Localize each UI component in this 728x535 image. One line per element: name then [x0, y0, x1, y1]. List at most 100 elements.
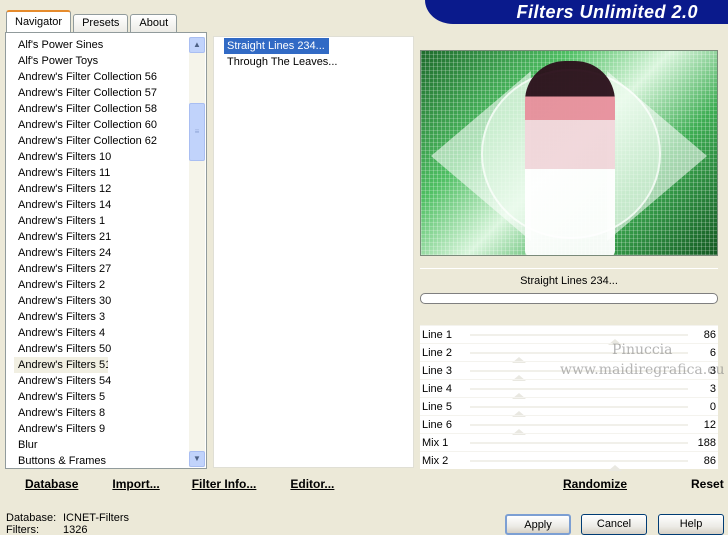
filter-category-item[interactable]: Andrew's Filter Collection 58: [14, 101, 192, 117]
slider-label: Line 2: [422, 347, 452, 359]
status-filters-value: 1326: [63, 524, 88, 535]
slider-label: Line 3: [422, 365, 452, 377]
filter-category-list[interactable]: Alf's Power Sines Alf's Power Toys Andrew'…: [5, 32, 207, 469]
slider-track[interactable]: [470, 460, 688, 462]
filter-category-item[interactable]: Andrew's Filters 24: [14, 245, 192, 261]
status-database-label: Database:: [6, 512, 57, 524]
filter-category-item[interactable]: Andrew's Filters 4: [14, 325, 192, 341]
filter-category-item[interactable]: Andrew's Filters 9: [14, 421, 192, 437]
slider-value: 12: [703, 419, 716, 431]
divider: [420, 268, 718, 269]
scroll-up-icon[interactable]: ▲: [189, 37, 205, 53]
filter-category-item[interactable]: Andrew's Filter Collection 62: [14, 133, 192, 149]
cancel-button[interactable]: Cancel: [581, 514, 647, 535]
slider-row[interactable]: Mix 1 188: [420, 433, 718, 451]
slider-label: Mix 2: [422, 455, 449, 467]
status-filters: Filters: 1326: [6, 524, 129, 535]
slider-track[interactable]: [470, 352, 688, 354]
slider-row[interactable]: Line 3 3: [420, 361, 718, 381]
filter-list[interactable]: Straight Lines 234... Through The Leaves.…: [213, 36, 414, 468]
slider-track[interactable]: [470, 370, 688, 372]
slider-row[interactable]: Line 4 3: [420, 379, 718, 399]
filter-category-item[interactable]: Alf's Power Sines: [14, 37, 192, 53]
slider-value: 3: [709, 383, 716, 395]
slider-label: Line 1: [422, 329, 452, 341]
title-banner: Filters Unlimited 2.0: [425, 0, 728, 24]
filter-category-item[interactable]: Andrew's Filters 1: [14, 213, 192, 229]
filter-category-item[interactable]: Andrew's Filter Collection 60: [14, 117, 192, 133]
filter-category-item[interactable]: Andrew's Filters 50: [14, 341, 192, 357]
tab-navigator[interactable]: Navigator: [6, 10, 72, 32]
slider-track[interactable]: [470, 334, 688, 336]
filter-category-item[interactable]: Andrew's Filters 51: [14, 357, 108, 373]
filter-category-item[interactable]: Andrew's Filters 30: [14, 293, 192, 309]
filter-item[interactable]: Straight Lines 234...: [224, 38, 329, 54]
filter-category-item[interactable]: Andrew's Filters 21: [14, 229, 192, 245]
scroll-thumb[interactable]: ≡: [189, 103, 205, 161]
filter-category-item[interactable]: Andrew's Filters 54: [14, 373, 192, 389]
status-area: Database: ICNET-Filters Filters: 1326: [6, 512, 129, 535]
filter-category-item[interactable]: Andrew's Filter Collection 57: [14, 85, 192, 101]
slider-value: 6: [709, 347, 716, 359]
slider-label: Line 6: [422, 419, 452, 431]
vertical-scrollbar[interactable]: ▲ ≡ ▼: [189, 37, 205, 467]
tab-presets[interactable]: Presets: [73, 14, 129, 32]
filter-category-item[interactable]: Blur: [14, 437, 192, 453]
editor-button[interactable]: Editor...: [284, 473, 340, 495]
left-button-bar: Database Import... Filter Info... Editor…: [5, 472, 414, 496]
slider-track[interactable]: [470, 424, 688, 426]
tab-strip: Navigator Presets About: [6, 10, 179, 32]
status-filters-label: Filters:: [6, 524, 39, 535]
right-button-bar: Randomize Reset: [420, 472, 724, 496]
current-filter-name: Straight Lines 234...: [520, 275, 618, 287]
filter-category-item[interactable]: Andrew's Filters 2: [14, 277, 192, 293]
import-button[interactable]: Import...: [106, 473, 165, 495]
slider-row[interactable]: Line 1 86: [420, 325, 718, 345]
filter-item[interactable]: Through The Leaves...: [224, 54, 414, 70]
filter-category-item[interactable]: Andrew's Filters 8: [14, 405, 192, 421]
help-button[interactable]: Help: [658, 514, 724, 535]
apply-button[interactable]: Apply: [505, 514, 571, 535]
slider-row[interactable]: Mix 2 86: [420, 451, 718, 471]
app-title: Filters Unlimited 2.0: [516, 2, 698, 22]
database-button[interactable]: Database: [19, 473, 84, 495]
filter-category-item[interactable]: Andrew's Filters 12: [14, 181, 192, 197]
filter-category-item[interactable]: Andrew's Filters 14: [14, 197, 192, 213]
slider-track[interactable]: [470, 442, 688, 444]
slider-value: 86: [703, 329, 716, 341]
filter-category-item[interactable]: Andrew's Filters 27: [14, 261, 192, 277]
slider-knob-icon[interactable]: [608, 465, 622, 471]
status-database-value: ICNET-Filters: [63, 512, 129, 524]
filter-category-item[interactable]: Andrew's Filters 5: [14, 389, 192, 405]
slider-track[interactable]: [470, 406, 688, 408]
slider-label: Line 5: [422, 401, 452, 413]
slider-label: Mix 1: [422, 437, 449, 449]
filter-category-items: Alf's Power Sines Alf's Power Toys Andrew'…: [14, 37, 192, 469]
preview-figure: [525, 61, 615, 255]
slider-track[interactable]: [470, 388, 688, 390]
preview-image: [420, 50, 718, 256]
tab-about[interactable]: About: [130, 14, 178, 32]
slider-value: 188: [697, 437, 716, 449]
filter-category-item[interactable]: Andrew's Filters 10: [14, 149, 192, 165]
slider-value: 3: [709, 365, 716, 377]
reset-button[interactable]: Reset: [685, 473, 728, 495]
filter-category-item[interactable]: Andrew's Filters 11: [14, 165, 192, 181]
filter-category-item[interactable]: Buttons & Frames: [14, 453, 192, 469]
slider-value: 86: [703, 455, 716, 467]
filter-category-item[interactable]: Andrew's Filters 3: [14, 309, 192, 325]
slider-row[interactable]: Line 6 12: [420, 415, 718, 435]
progress-bar: [420, 293, 718, 304]
filter-items: Straight Lines 234... Through The Leaves.…: [214, 38, 414, 70]
filter-info-button[interactable]: Filter Info...: [186, 473, 263, 495]
filter-category-item[interactable]: Andrew's Filter Collection 56: [14, 69, 192, 85]
slider-row[interactable]: Line 5 0: [420, 397, 718, 417]
status-database: Database: ICNET-Filters: [6, 512, 129, 524]
slider-label: Line 4: [422, 383, 452, 395]
parameter-sliders: Line 1 86 Line 2 6 Line 3 3 Line 4 3 Line 5 0 Line…: [420, 325, 718, 471]
slider-row[interactable]: Line 2 6: [420, 343, 718, 363]
filter-category-item[interactable]: Alf's Power Toys: [14, 53, 192, 69]
slider-value: 0: [709, 401, 716, 413]
scroll-down-icon[interactable]: ▼: [189, 451, 205, 467]
randomize-button[interactable]: Randomize: [557, 473, 633, 495]
